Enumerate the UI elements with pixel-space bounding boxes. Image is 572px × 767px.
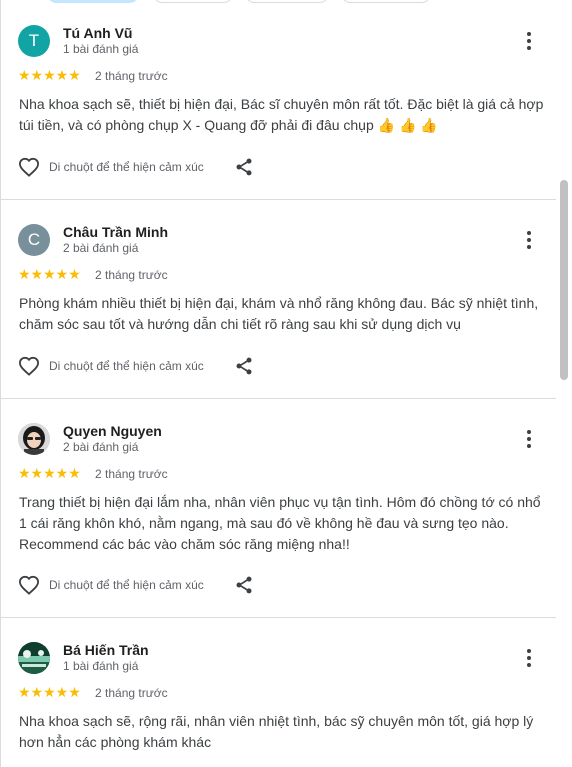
review-time: 2 tháng trước	[95, 69, 168, 83]
review-card: Bá Hiến Trần 1 bài đánh giá ★★★★★ 2 thán…	[1, 617, 557, 767]
review-card: T Tú Anh Vũ 1 bài đánh giá ★★★★★ 2 tháng…	[1, 0, 557, 199]
reaction-label: Di chuột để thể hiện cảm xúc	[49, 160, 204, 174]
heart-icon[interactable]	[18, 575, 40, 595]
avatar-photo	[18, 642, 50, 674]
review-time: 2 tháng trước	[95, 686, 168, 700]
review-text: Nha khoa sạch sẽ, thiết bị hiện đại, Bác…	[19, 96, 544, 133]
avatar[interactable]: T	[18, 25, 50, 57]
review-text: Trang thiết bị hiện đại lắm nha, nhân vi…	[19, 494, 541, 552]
star-rating: ★★★★★	[18, 465, 81, 481]
star-rating: ★★★★★	[18, 266, 81, 282]
reviewer-name[interactable]: Tú Anh Vũ	[63, 25, 132, 41]
reaction-label: Di chuột để thể hiện cảm xúc	[49, 578, 204, 592]
heart-icon[interactable]	[18, 356, 40, 376]
scrollbar-thumb[interactable]	[560, 180, 568, 380]
avatar-photo	[18, 423, 50, 455]
more-options-icon[interactable]	[517, 29, 541, 53]
heart-icon[interactable]	[18, 157, 40, 177]
more-options-icon[interactable]	[517, 646, 541, 670]
share-icon[interactable]	[234, 575, 254, 595]
review-count: 2 bài đánh giá	[63, 440, 139, 454]
reviewer-name[interactable]: Bá Hiến Trần	[63, 642, 149, 658]
reaction-label: Di chuột để thể hiện cảm xúc	[49, 359, 204, 373]
star-rating: ★★★★★	[18, 684, 81, 700]
share-icon[interactable]	[234, 356, 254, 376]
review-card: Quyen Nguyen 2 bài đánh giá ★★★★★ 2 thán…	[1, 398, 557, 617]
review-count: 1 bài đánh giá	[63, 42, 139, 56]
reviewer-name[interactable]: Quyen Nguyen	[63, 423, 162, 439]
reviews-list: T Tú Anh Vũ 1 bài đánh giá ★★★★★ 2 tháng…	[0, 0, 557, 767]
review-count: 1 bài đánh giá	[63, 659, 139, 673]
review-text: Nha khoa sạch sẽ, rộng rãi, nhân viên nh…	[19, 713, 534, 750]
avatar[interactable]: C	[18, 224, 50, 256]
review-card: C Châu Trần Minh 2 bài đánh giá ★★★★★ 2 …	[1, 199, 557, 398]
review-text: Phòng khám nhiều thiết bị hiện đại, khám…	[19, 295, 539, 332]
share-icon[interactable]	[234, 157, 254, 177]
reviewer-name[interactable]: Châu Trần Minh	[63, 224, 168, 240]
review-count: 2 bài đánh giá	[63, 241, 139, 255]
scrollbar[interactable]	[556, 0, 572, 767]
star-rating: ★★★★★	[18, 67, 81, 83]
more-options-icon[interactable]	[517, 427, 541, 451]
avatar[interactable]	[18, 642, 50, 674]
avatar[interactable]	[18, 423, 50, 455]
more-options-icon[interactable]	[517, 228, 541, 252]
review-time: 2 tháng trước	[95, 268, 168, 282]
review-time: 2 tháng trước	[95, 467, 168, 481]
